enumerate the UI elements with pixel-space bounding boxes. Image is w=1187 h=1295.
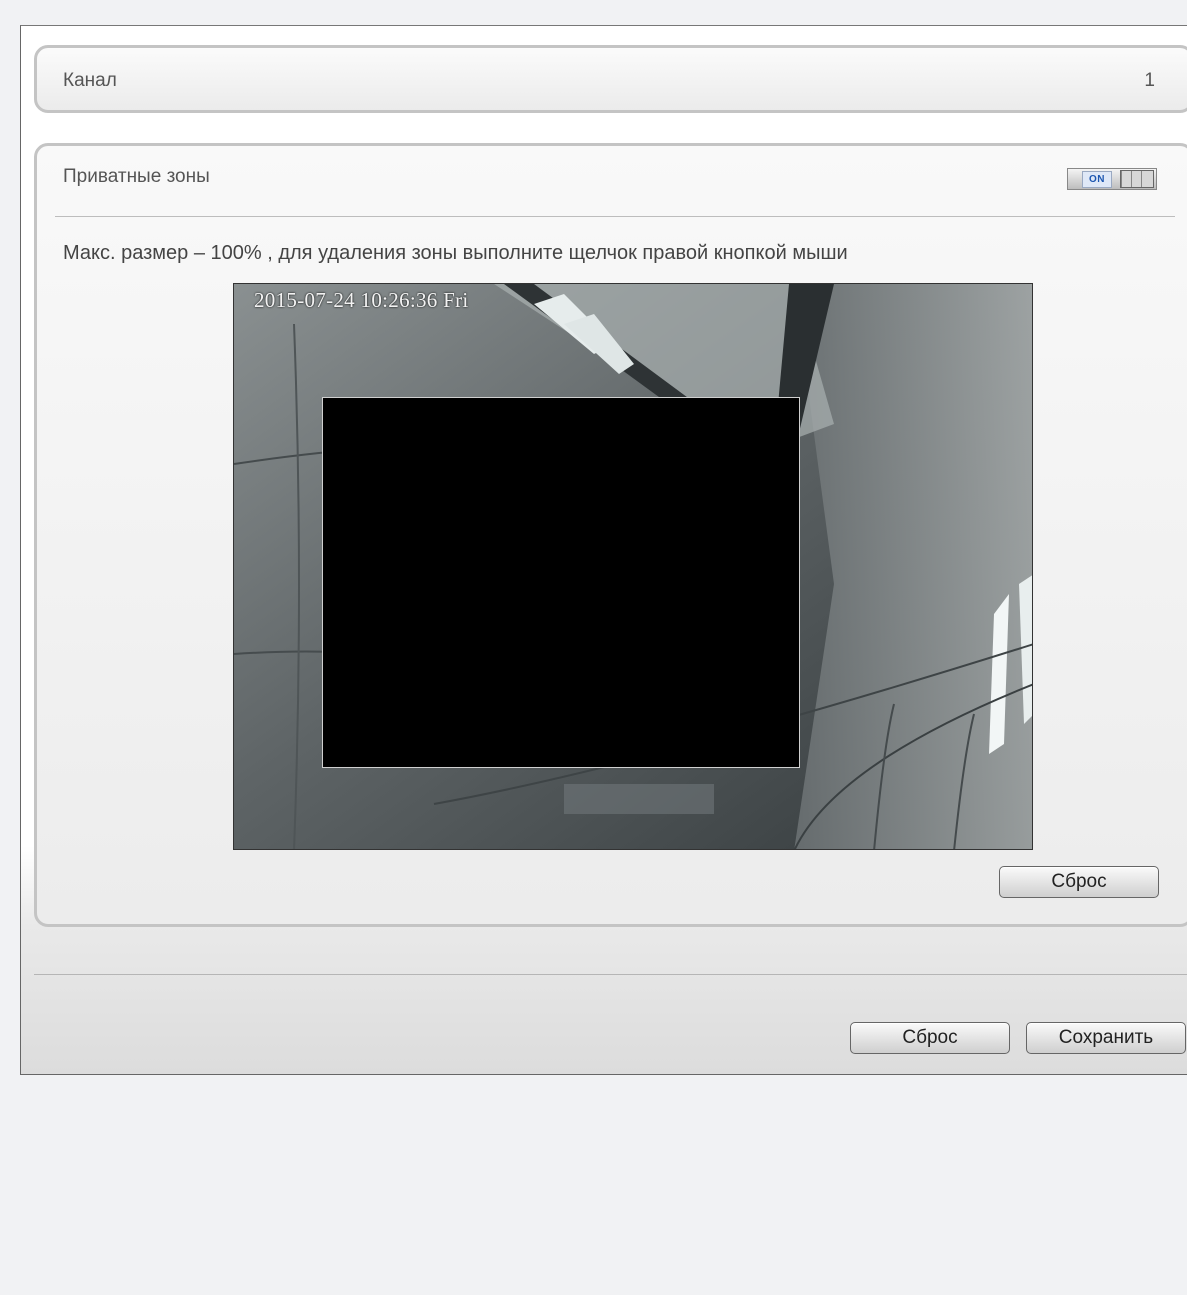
channel-label: Канал [63, 70, 117, 91]
privacy-zones-title: Приватные зоны [63, 166, 210, 187]
save-button[interactable]: Сохранить [1026, 1022, 1186, 1054]
channel-panel: Канал 1 [34, 45, 1187, 113]
footer-divider [34, 974, 1187, 975]
toggle-knob [1120, 170, 1154, 188]
reset-button[interactable]: Сброс [850, 1022, 1010, 1054]
privacy-zones-panel: Приватные зоны ON Макс. размер – 100% , … [34, 143, 1187, 927]
toggle-on-label: ON [1082, 170, 1112, 188]
channel-value: 1 [1144, 70, 1155, 91]
section-divider [55, 216, 1175, 217]
video-osd-timestamp: 2015-07-24 10:26:36 Fri [254, 288, 469, 312]
privacy-mask-zone[interactable] [322, 397, 800, 768]
video-preview[interactable]: 2015-07-24 10:26:36 Fri [233, 283, 1033, 850]
reset-zone-button[interactable]: Сброс [999, 866, 1159, 898]
privacy-zones-toggle[interactable]: ON [1067, 168, 1157, 190]
privacy-hint-text: Макс. размер – 100% , для удаления зоны … [63, 242, 848, 264]
